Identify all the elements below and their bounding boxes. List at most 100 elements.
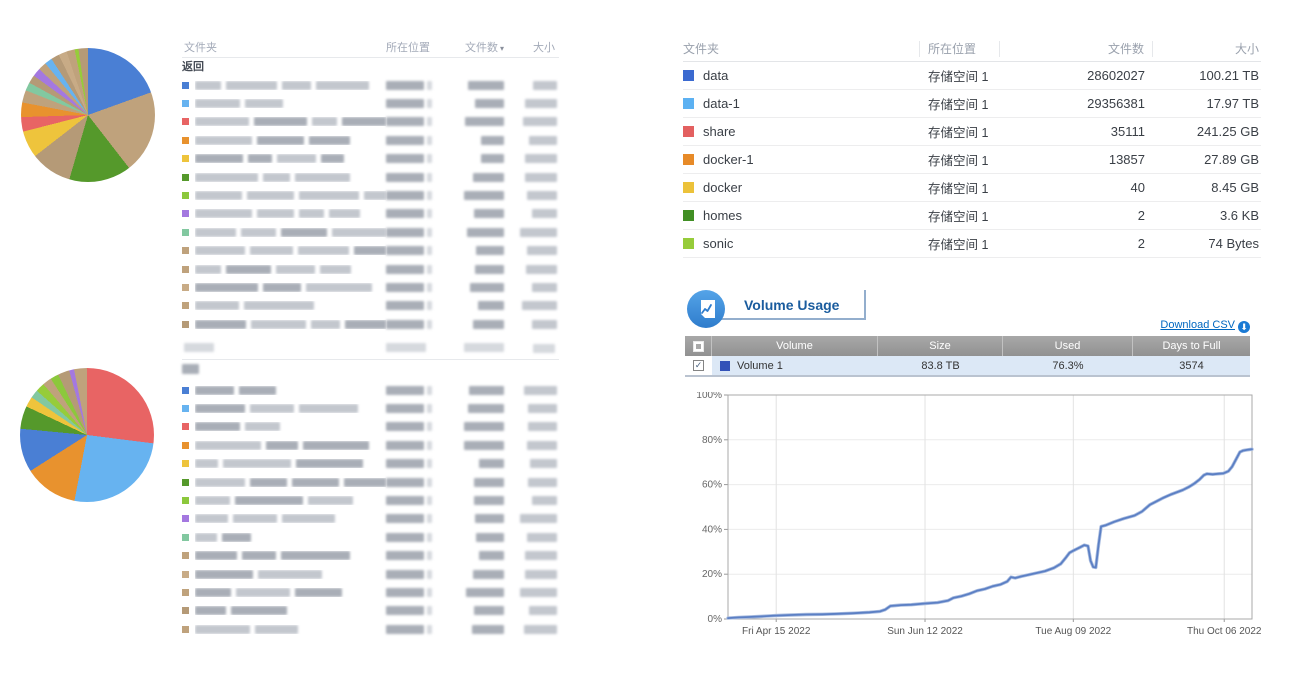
folder-row-redacted[interactable] <box>182 168 559 186</box>
redacted-text <box>344 478 386 487</box>
redacted-text <box>386 154 424 163</box>
redacted-text <box>386 551 424 560</box>
redacted-text <box>527 441 557 450</box>
redacted-text <box>468 81 504 90</box>
folder-row-redacted[interactable] <box>182 113 559 131</box>
folder-row-redacted[interactable] <box>182 278 559 296</box>
folder-row-redacted[interactable] <box>182 186 559 204</box>
redacted-text <box>475 514 504 523</box>
redacted-text <box>529 606 557 615</box>
redacted-text <box>312 117 337 126</box>
folder-row-redacted[interactable] <box>182 473 559 491</box>
folder-color-chip <box>182 405 189 412</box>
redacted-text <box>427 99 432 108</box>
folder-name: sonic <box>703 236 733 251</box>
download-csv-link[interactable]: Download CSV <box>1160 319 1235 331</box>
redacted-text <box>195 320 246 329</box>
redacted-text <box>295 588 342 597</box>
redacted-text <box>309 136 351 145</box>
back-link[interactable]: 返回 <box>182 58 212 76</box>
download-icon[interactable]: ⬇ <box>1238 321 1250 333</box>
folder-row-redacted[interactable] <box>182 381 559 399</box>
redacted-text <box>292 478 339 487</box>
column-header-folder[interactable]: 文件夹 <box>683 41 920 57</box>
redacted-text <box>245 99 282 108</box>
redacted-text <box>427 570 432 579</box>
column-header-filecount[interactable]: 文件数 <box>1000 41 1153 57</box>
column-header-folder[interactable]: 文件夹 <box>182 39 386 55</box>
column-header-size[interactable]: 大小 <box>1153 41 1261 57</box>
folder-row-redacted[interactable] <box>182 510 559 528</box>
folder-row[interactable]: homes存储空间 123.6 KB <box>683 202 1261 230</box>
volume-row[interactable]: ✓ Volume 1 83.8 TB 76.3% 3574 <box>685 356 1250 377</box>
folder-row[interactable]: docker-1存储空间 11385727.89 GB <box>683 146 1261 174</box>
redacted-text <box>386 320 424 329</box>
folder-row-redacted[interactable] <box>182 297 559 315</box>
folder-row-redacted[interactable] <box>182 315 559 333</box>
folder-row[interactable]: share存储空间 135111241.25 GB <box>683 118 1261 146</box>
folder-row-redacted[interactable] <box>182 131 559 149</box>
usage-line <box>728 449 1252 618</box>
redacted-text <box>474 496 504 505</box>
folder-row-redacted[interactable] <box>182 205 559 223</box>
folder-row-redacted[interactable] <box>182 436 559 454</box>
redacted-text <box>427 441 432 450</box>
folder-name: docker <box>703 180 742 195</box>
folder-row[interactable]: data存储空间 128602027100.21 TB <box>683 62 1261 90</box>
volume-checkbox[interactable]: ✓ <box>693 360 704 371</box>
folder-row-redacted[interactable] <box>182 583 559 601</box>
folder-row-redacted[interactable] <box>182 223 559 241</box>
folder-file-count: 2 <box>1000 236 1153 251</box>
redacted-text <box>427 265 432 274</box>
folder-row-redacted[interactable] <box>182 491 559 509</box>
folder-row-redacted[interactable] <box>182 565 559 583</box>
folder-row-redacted[interactable] <box>182 399 559 417</box>
redacted-text <box>321 154 344 163</box>
folder-color-chip <box>683 70 694 81</box>
redacted-text <box>231 606 287 615</box>
column-header-location[interactable]: 所在位置 <box>920 41 1000 57</box>
select-all-checkbox[interactable] <box>693 341 704 352</box>
folder-color-chip <box>182 589 189 596</box>
column-header-size[interactable]: 大小 <box>504 39 559 55</box>
folder-row-redacted[interactable] <box>182 242 559 260</box>
folder-row[interactable]: sonic存储空间 1274 Bytes <box>683 230 1261 258</box>
redacted-text <box>195 191 242 200</box>
folder-size-pie-chart-top[interactable] <box>21 48 155 182</box>
redacted-text <box>386 606 424 615</box>
folder-row-redacted[interactable] <box>182 76 559 94</box>
redacted-text <box>427 283 432 292</box>
column-header-filecount[interactable]: 文件数▾ <box>444 39 504 55</box>
folder-size: 100.21 TB <box>1153 68 1261 83</box>
folder-row-redacted[interactable] <box>182 94 559 112</box>
folder-row[interactable]: data-1存储空间 12935638117.97 TB <box>683 90 1261 118</box>
column-header-location[interactable]: 所在位置 <box>386 39 444 55</box>
redacted-text <box>472 625 504 634</box>
folder-location: 存储空间 1 <box>920 150 1000 169</box>
folder-row-redacted[interactable] <box>182 528 559 546</box>
folder-row-redacted[interactable] <box>182 418 559 436</box>
folder-row-redacted[interactable] <box>182 620 559 638</box>
redacted-text <box>245 422 280 431</box>
redacted-text <box>263 173 290 182</box>
folder-row-redacted[interactable] <box>182 602 559 620</box>
folder-file-count: 40 <box>1000 180 1153 195</box>
redacted-text <box>226 81 277 90</box>
redacted-text <box>386 99 424 108</box>
folder-row-redacted[interactable] <box>182 547 559 565</box>
folder-row-redacted[interactable] <box>182 150 559 168</box>
back-link-redacted[interactable] <box>182 360 212 378</box>
redacted-text <box>468 404 504 413</box>
folder-row[interactable]: docker存储空间 1408.45 GB <box>683 174 1261 202</box>
folder-size-pie-chart-bottom[interactable] <box>20 368 154 502</box>
folder-color-chip <box>182 229 189 236</box>
folder-row-redacted[interactable] <box>182 455 559 473</box>
folder-color-chip <box>182 534 189 541</box>
redacted-text <box>427 117 432 126</box>
folder-row-redacted[interactable] <box>182 260 559 278</box>
redacted-text <box>464 191 504 200</box>
redacted-text <box>427 478 432 487</box>
redacted-text <box>525 551 557 560</box>
redacted-text <box>427 496 432 505</box>
redacted-text <box>244 301 314 310</box>
